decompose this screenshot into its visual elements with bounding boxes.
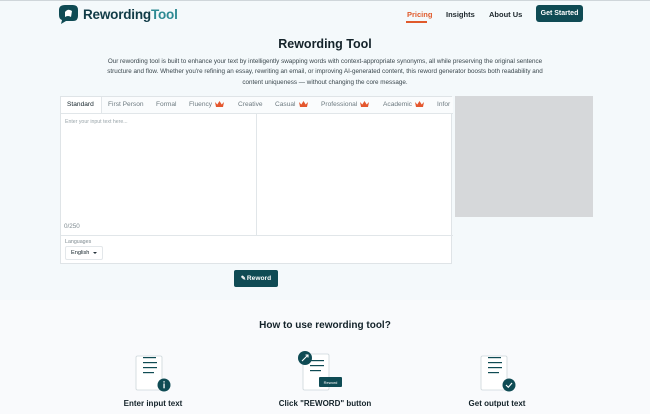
tab-first-person[interactable]: First Person [108,97,144,113]
ad-placeholder [455,96,593,217]
panel-divider [61,235,453,236]
tab-creative[interactable]: Creative [238,97,263,113]
reword-button-icon: Reword [298,351,342,391]
tab-professional[interactable]: Professional [321,97,370,113]
input-placeholder: Enter your input text here... [65,119,128,125]
nav-pricing[interactable]: Pricing [407,10,432,19]
tab-fluency[interactable]: Fluency [189,97,225,113]
nav-about-us[interactable]: About Us [489,10,522,19]
logo-text-part1: Rewording [83,7,151,22]
page-title: Rewording Tool [278,37,372,51]
step-2-label: Click "REWORD" button [278,399,372,408]
tab-label: Infor [437,101,451,108]
logo-text[interactable]: RewordingTool [83,7,178,22]
get-started-button[interactable]: Get Started [536,5,583,22]
step-2-button-text: Reword [324,380,338,385]
languages-label: Languages [65,239,92,245]
mode-tabs: Standard First Person Formal Fluency Cre… [61,97,453,114]
reword-button[interactable]: ✎Reword [234,270,278,287]
tab-standard[interactable]: Standard [61,97,102,113]
crown-icon [298,101,308,107]
input-textarea[interactable]: Enter your input text here... 0/250 [61,114,257,235]
output-textarea[interactable] [258,114,452,235]
tab-label: First Person [108,101,144,108]
how-to-title: How to use rewording tool? [259,320,391,331]
tab-label: Standard [67,101,94,108]
crown-icon [215,101,225,107]
top-divider [0,0,650,1]
tab-label: Formal [156,101,177,108]
tab-informal[interactable]: Infor [437,97,450,113]
tab-label: Casual [275,101,296,108]
document-info-icon [135,355,171,392]
character-counter: 0/250 [64,223,80,230]
tab-academic[interactable]: Academic [383,97,424,113]
crown-icon [414,101,424,107]
tab-formal[interactable]: Formal [156,97,177,113]
logo-text-part2: Tool [150,7,178,22]
tab-casual[interactable]: Casual [275,97,308,113]
step-3-label: Get output text [468,399,526,408]
tab-label: Professional [321,101,358,108]
language-select[interactable]: English [65,246,103,260]
step-1-label: Enter input text [123,399,183,408]
page-description: Our rewording tool is built to enhance y… [107,58,543,86]
nav-insights[interactable]: Insights [446,10,475,19]
chevron-down-icon [93,252,97,254]
nav-active-underline [406,21,427,23]
tab-label: Creative [238,101,263,108]
logo-icon[interactable] [57,4,79,24]
crown-icon [360,101,370,107]
document-check-icon [480,355,516,392]
tab-label: Fluency [189,101,213,108]
reword-button-label: Reword [246,275,272,282]
tab-label: Academic [383,101,412,108]
pencil-icon: ✎ [240,276,246,282]
rewording-panel: Standard First Person Formal Fluency Cre… [60,96,453,264]
language-selected-value: English [71,250,90,256]
